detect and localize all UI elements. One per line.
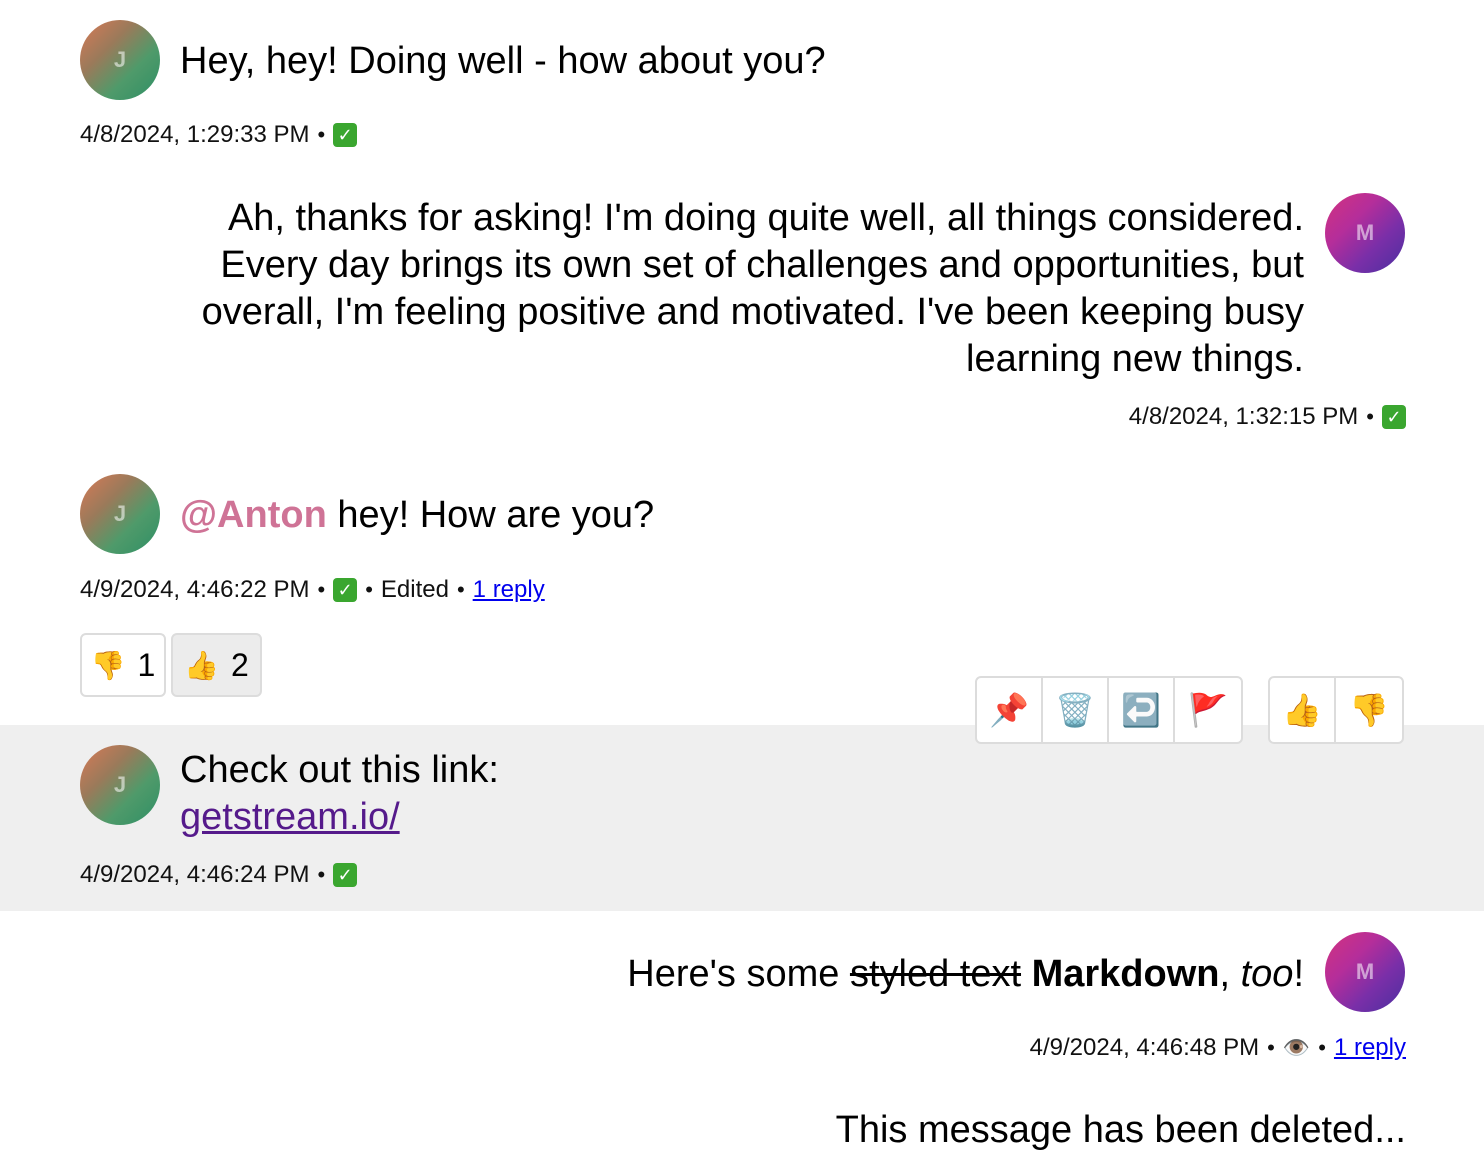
react-thumbs-down-button[interactable]: 👎: [1336, 678, 1402, 742]
message-meta: 4/8/2024, 1:29:33 PM • ✓: [80, 121, 358, 149]
separator: •: [1366, 404, 1374, 429]
flag-button[interactable]: 🚩: [1175, 678, 1241, 742]
check-icon: ✓: [333, 123, 358, 147]
mention[interactable]: @Anton: [180, 494, 327, 536]
avatar[interactable]: J: [80, 745, 160, 825]
avatar-initial: J: [113, 501, 127, 526]
separator: •: [317, 122, 326, 147]
message-text: Ah, thanks for asking! I'm doing quite w…: [104, 195, 1304, 383]
message-body: Check out this link:: [180, 749, 499, 791]
reply-count-link[interactable]: 1 reply: [473, 576, 545, 604]
avatar-initial: M: [1355, 220, 1375, 245]
pin-icon: 📌: [989, 692, 1029, 728]
message-link[interactable]: getstream.io/: [180, 796, 400, 838]
timestamp: 4/9/2024, 4:46:24 PM: [80, 861, 310, 888]
thumbs-down-icon: 👎: [90, 649, 126, 681]
message-text: Check out this link: getstream.io/: [180, 747, 499, 841]
message-actions-toolbar: 📌 🗑️ ↩️ 🚩: [975, 676, 1243, 744]
trash-icon: 🗑️: [1055, 692, 1095, 728]
check-icon: ✓: [1382, 405, 1406, 429]
message-text: @Anton hey! How are you?: [180, 492, 654, 539]
message-line: overall, I'm feeling positive and motiva…: [201, 291, 1304, 333]
edited-label: Edited: [380, 576, 449, 603]
reaction-count: 1: [137, 646, 156, 683]
timestamp: 4/8/2024, 1:32:15 PM: [1128, 403, 1359, 430]
thumbs-down-icon: 👎: [1349, 692, 1389, 728]
avatar-initial: J: [113, 47, 127, 72]
bold-text: Markdown: [1031, 953, 1220, 995]
avatar-initial: M: [1355, 959, 1375, 984]
thumbs-up-icon: 👍: [1282, 692, 1322, 728]
message-text: Hey, hey! Doing well - how about you?: [180, 40, 826, 82]
timestamp: 4/8/2024, 1:29:33 PM: [80, 121, 310, 148]
message-meta: 4/8/2024, 1:32:15 PM • ✓: [1129, 403, 1406, 431]
message-body: !: [1293, 953, 1304, 995]
reaction-count: 2: [231, 646, 249, 683]
timestamp: 4/9/2024, 4:46:22 PM: [80, 576, 310, 603]
separator: •: [317, 862, 326, 887]
reply-button[interactable]: ↩️: [1109, 678, 1175, 742]
message-line: learning new things.: [966, 338, 1304, 380]
check-icon: ✓: [333, 578, 358, 602]
reaction-thumbs-up[interactable]: 👍 2: [171, 633, 262, 697]
message-line: Every day brings its own set of challeng…: [220, 244, 1304, 286]
pin-button[interactable]: 📌: [977, 678, 1043, 742]
message-list: J Hey, hey! Doing well - how about you? …: [0, 0, 1484, 1172]
strikethrough-text: styled text: [849, 953, 1022, 995]
avatar-initial: J: [113, 772, 127, 797]
message-text: Here's some styled text Markdown, too!: [304, 951, 1304, 998]
quick-reactions-toolbar: 👍 👎: [1268, 676, 1404, 744]
thumbs-up-icon: 👍: [184, 649, 220, 681]
separator: •: [456, 577, 465, 602]
separator: •: [317, 577, 326, 602]
avatar[interactable]: J: [80, 20, 160, 100]
eye-icon: 👁️: [1282, 1035, 1311, 1060]
message-meta: 4/9/2024, 4:46:48 PM • 👁️ • 1 reply: [1030, 1034, 1406, 1062]
message-body: [1021, 953, 1032, 995]
separator: •: [1267, 1035, 1275, 1060]
avatar[interactable]: M: [1325, 193, 1405, 273]
flag-icon: 🚩: [1188, 692, 1228, 728]
delete-button[interactable]: 🗑️: [1043, 678, 1109, 742]
react-thumbs-up-button[interactable]: 👍: [1270, 678, 1336, 742]
separator: •: [365, 577, 373, 602]
message-meta: 4/9/2024, 4:46:24 PM • ✓: [80, 861, 358, 889]
reaction-thumbs-down[interactable]: 👎 1: [80, 633, 166, 697]
avatar[interactable]: M: [1325, 932, 1405, 1012]
avatar[interactable]: J: [80, 474, 160, 554]
message-body: Here's some: [627, 953, 850, 995]
separator: •: [1318, 1035, 1326, 1060]
message-line: Ah, thanks for asking! I'm doing quite w…: [227, 197, 1304, 239]
reply-icon: ↩️: [1121, 692, 1161, 728]
check-icon: ✓: [333, 863, 358, 887]
deleted-message-text: This message has been deleted...: [835, 1109, 1406, 1151]
reply-count-link[interactable]: 1 reply: [1334, 1034, 1406, 1062]
timestamp: 4/9/2024, 4:46:48 PM: [1029, 1034, 1260, 1061]
message-body: ,: [1219, 953, 1241, 995]
message-meta: 4/9/2024, 4:46:22 PM • ✓ • Edited • 1 re…: [80, 576, 545, 604]
italic-text: too: [1240, 953, 1294, 995]
message-body: hey! How are you?: [326, 494, 655, 536]
